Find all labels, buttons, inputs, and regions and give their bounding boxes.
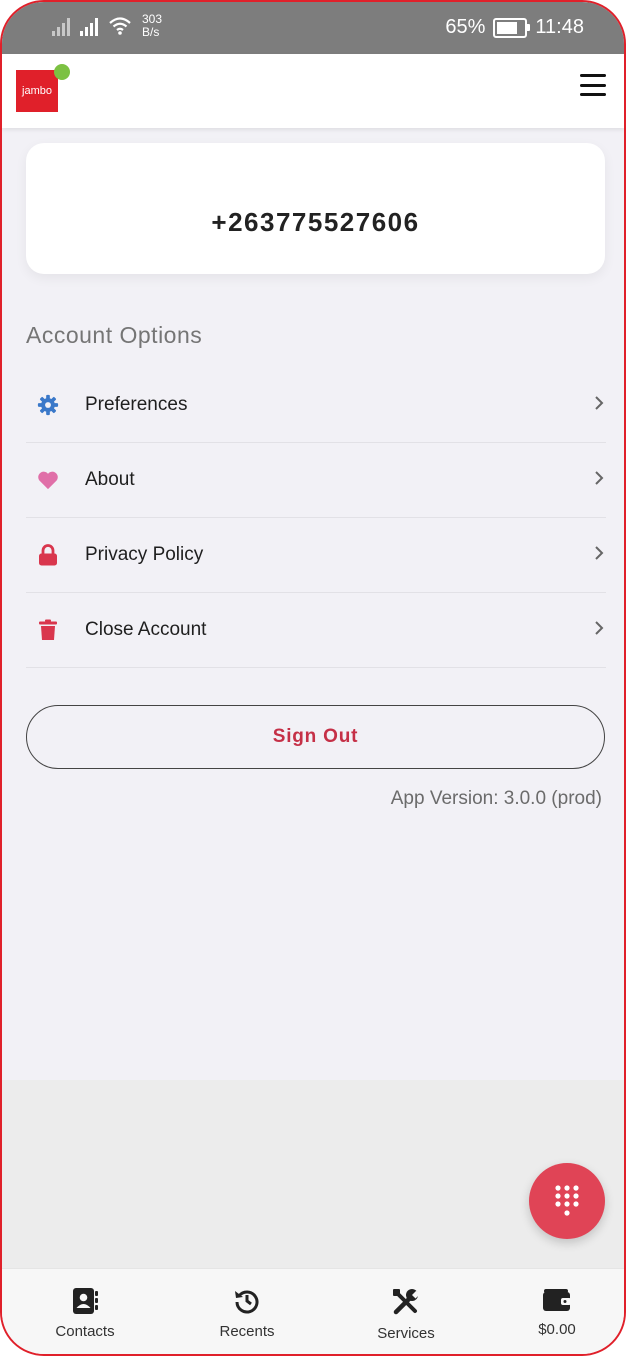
sign-out-button[interactable]: Sign Out: [26, 705, 605, 769]
battery-percent: 65%: [445, 16, 486, 38]
option-privacy-policy[interactable]: Privacy Policy: [26, 518, 606, 593]
trash-icon: [26, 619, 70, 641]
option-preferences[interactable]: Preferences: [26, 368, 606, 443]
nav-services[interactable]: Services: [351, 1287, 461, 1342]
section-title: Account Options: [26, 322, 203, 348]
tools-icon: [393, 1289, 420, 1315]
online-status-dot: [54, 64, 70, 80]
option-label: Privacy Policy: [85, 544, 204, 565]
device-frame: 303 B/s 65% 11:48 jambo +263775527606 Ac…: [0, 0, 626, 1356]
status-left: 303 B/s: [52, 13, 162, 39]
dialpad-fab[interactable]: [529, 1163, 605, 1239]
account-card: +263775527606: [26, 143, 605, 274]
phone-number: +263775527606: [211, 207, 420, 237]
network-speed: 303 B/s: [142, 13, 162, 39]
signal-icon-sim1: [52, 16, 70, 36]
account-options-list: Preferences About Privacy Policy Close A…: [26, 368, 606, 668]
clock: 11:48: [535, 16, 584, 38]
network-speed-unit: B/s: [142, 25, 160, 39]
option-label: About: [85, 469, 135, 490]
lock-icon: [26, 544, 70, 566]
chevron-right-icon: [595, 471, 604, 485]
logo-text: jambo: [22, 85, 52, 97]
chevron-right-icon: [595, 396, 604, 410]
content-footer-area: [2, 1080, 624, 1270]
status-bar: 303 B/s 65% 11:48: [2, 2, 624, 54]
nav-label: $0.00: [538, 1321, 576, 1338]
option-label: Preferences: [85, 394, 188, 415]
option-about[interactable]: About: [26, 443, 606, 518]
wifi-icon: [109, 17, 131, 35]
hamburger-menu-icon[interactable]: [580, 74, 606, 96]
nav-label: Recents: [219, 1323, 275, 1340]
status-right: 65% 11:48: [445, 16, 584, 39]
nav-recents[interactable]: Recents: [192, 1287, 302, 1340]
nav-wallet[interactable]: $0.00: [502, 1287, 612, 1338]
dialpad-icon: [555, 1185, 579, 1216]
signal-icon-sim2: [80, 16, 98, 36]
sign-out-label: Sign Out: [272, 726, 359, 747]
battery-icon: [493, 17, 531, 38]
nav-label: Services: [377, 1325, 435, 1342]
battery-fill: [497, 21, 517, 34]
history-icon: [235, 1290, 259, 1314]
wallet-icon: [543, 1289, 571, 1311]
app-version: App Version: 3.0.0 (prod): [390, 788, 602, 809]
option-label: Close Account: [85, 619, 207, 640]
jambo-logo[interactable]: jambo: [16, 70, 58, 112]
option-close-account[interactable]: Close Account: [26, 593, 606, 668]
bottom-navigation: Contacts Recents Services $0.00: [2, 1268, 624, 1354]
heart-icon: [26, 470, 70, 490]
chevron-right-icon: [595, 621, 604, 635]
chevron-right-icon: [595, 546, 604, 560]
nav-label: Contacts: [55, 1323, 115, 1340]
app-bar: jambo: [2, 54, 624, 128]
nav-contacts[interactable]: Contacts: [30, 1287, 140, 1340]
gear-icon: [26, 394, 70, 416]
contacts-book-icon: [73, 1288, 98, 1314]
